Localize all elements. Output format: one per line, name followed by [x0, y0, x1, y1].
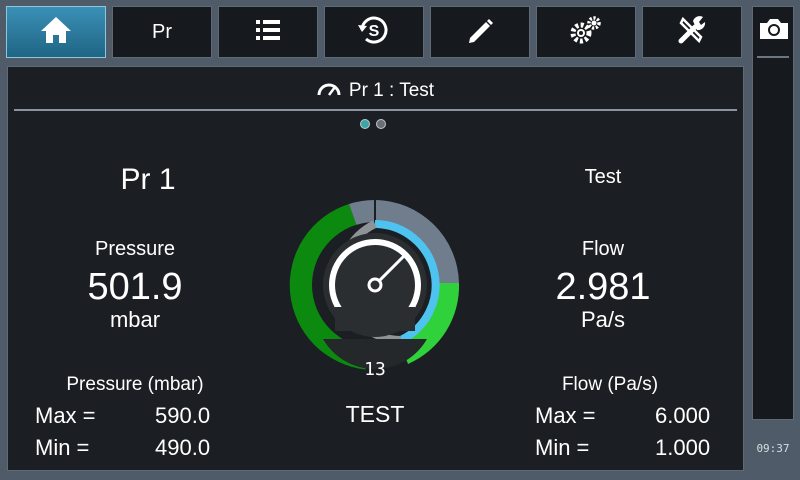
home-icon: [39, 15, 73, 50]
pressure-unit: mbar: [109, 307, 161, 332]
pencil-icon: [464, 14, 496, 51]
tab-program-label: Pr: [152, 20, 172, 43]
clock: 09:37: [756, 442, 790, 455]
gauge-status: TEST: [345, 401, 405, 427]
flow-min-value: 1.000: [655, 435, 711, 460]
pressure-min-label: Min =: [35, 435, 90, 460]
panel-title: Pr 1 : Test: [348, 80, 435, 101]
pressure-min-value: 490.0: [155, 435, 211, 460]
camera-icon: [757, 19, 791, 47]
toolbar: Pr S: [6, 6, 744, 60]
camera-button[interactable]: [757, 15, 791, 48]
pressure-limits-heading: Pressure (mbar): [66, 374, 204, 395]
svg-text:S: S: [369, 23, 380, 40]
flow-unit: Pa/s: [580, 307, 626, 332]
tab-program[interactable]: Pr: [112, 6, 212, 58]
gauge-count: 13: [364, 359, 386, 380]
pressure-max-label: Max =: [35, 403, 96, 428]
tab-edit[interactable]: [430, 6, 530, 58]
program-name: Pr 1: [120, 163, 176, 196]
flow-max-value: 6.000: [655, 403, 711, 428]
page-indicator: [360, 119, 386, 129]
right-sidebar: [752, 6, 794, 420]
tools-icon: [675, 13, 709, 52]
page-dot-1[interactable]: [360, 119, 370, 129]
tab-home[interactable]: [6, 6, 106, 58]
gauge-icon: [317, 80, 341, 102]
tab-tools[interactable]: [642, 6, 742, 58]
tab-list[interactable]: [218, 6, 318, 58]
main-panel: Pr 1 : Test Pr 1 Pressure 501.9 mbar Pre…: [7, 66, 744, 471]
flow-max-label: Max =: [535, 403, 596, 428]
sidebar-divider: [757, 56, 789, 58]
pressure-max-value: 590.0: [155, 403, 211, 428]
pressure-value: 501.9: [87, 266, 183, 308]
list-icon: [254, 17, 282, 48]
test-name: Test: [584, 166, 622, 188]
status-gauge: 13: [265, 169, 485, 400]
flow-label: Flow: [581, 238, 625, 260]
tab-settings[interactable]: [536, 6, 636, 58]
flow-value: 2.981: [555, 266, 651, 308]
pressure-label: Pressure: [94, 238, 176, 260]
page-dot-2[interactable]: [376, 119, 386, 129]
panel-title-bar: Pr 1 : Test: [14, 73, 737, 111]
flow-min-label: Min =: [535, 435, 590, 460]
gears-icon: [568, 14, 604, 51]
sync-s-icon: S: [356, 13, 392, 52]
tab-sync[interactable]: S: [324, 6, 424, 58]
flow-limits-heading: Flow (Pa/s): [561, 374, 659, 395]
